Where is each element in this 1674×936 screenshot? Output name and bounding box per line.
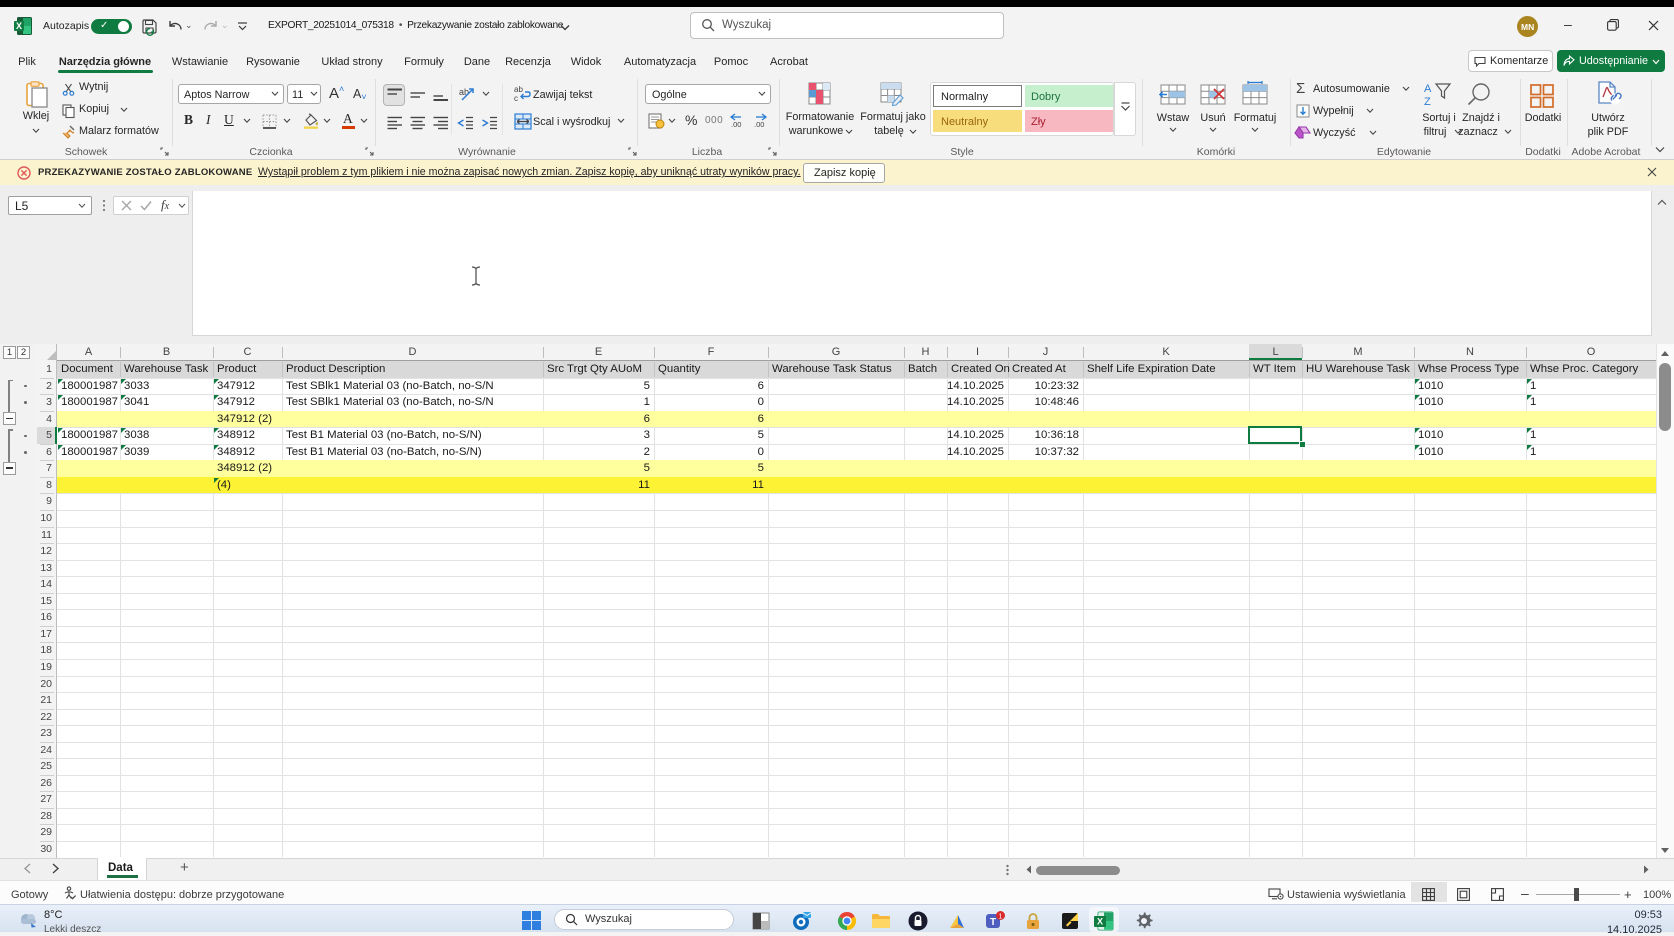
svg-text:T: T xyxy=(990,917,996,928)
svg-text:A: A xyxy=(1424,83,1432,95)
svg-text:c: c xyxy=(514,94,518,103)
svg-text:X: X xyxy=(16,21,22,31)
svg-text:ab: ab xyxy=(514,85,523,94)
svg-text:.00: .00 xyxy=(754,120,764,129)
svg-text:X: X xyxy=(1097,917,1103,927)
svg-text:1: 1 xyxy=(999,914,1003,921)
svg-text:.00: .00 xyxy=(731,120,741,129)
svg-text:Z: Z xyxy=(1424,96,1431,108)
